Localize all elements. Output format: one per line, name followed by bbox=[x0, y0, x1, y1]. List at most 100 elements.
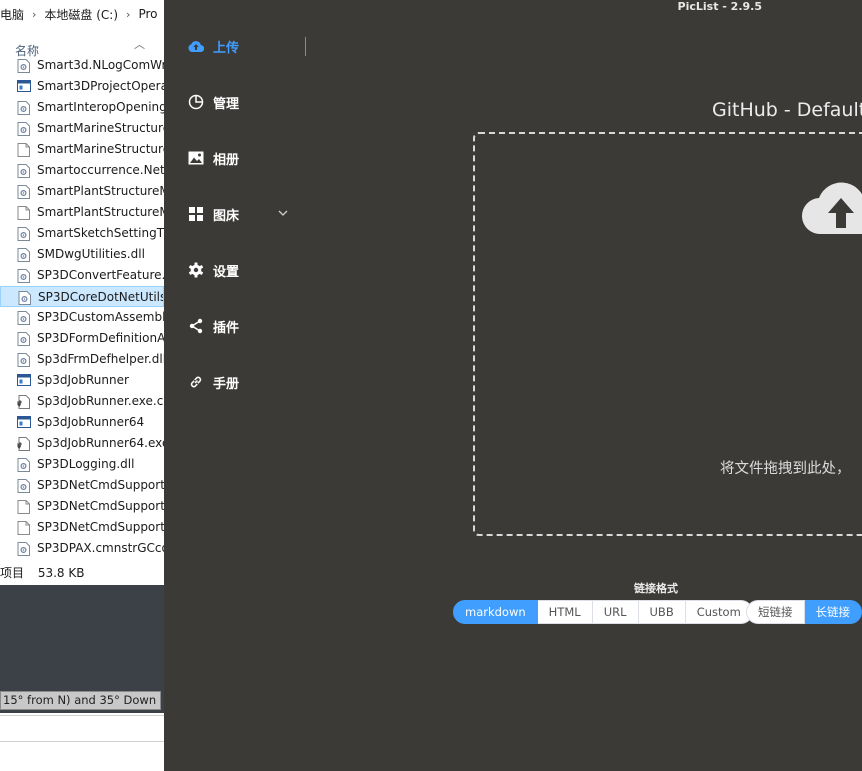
file-name: SmartMarineStructure bbox=[37, 142, 164, 156]
sidebar-item-label: 上传 bbox=[213, 40, 240, 56]
breadcrumb-item[interactable]: Pro bbox=[138, 7, 157, 21]
sidebar: 上传 管理 相册 图床 设置 插件 手册 bbox=[164, 0, 310, 771]
short-link-option[interactable]: 短链接 bbox=[746, 600, 805, 624]
file-name: SP3DLogging.dll bbox=[37, 457, 135, 471]
link-icon bbox=[188, 374, 204, 390]
sidebar-item-picbed[interactable]: 图床 bbox=[188, 204, 298, 224]
file-list: Smart3d.NLogComWr Smart3DProjectOpera Smar… bbox=[0, 55, 164, 559]
share-icon bbox=[188, 318, 204, 334]
sidebar-item-manual[interactable]: 手册 bbox=[188, 372, 239, 392]
file-list-item[interactable]: SP3DCustomAssembly bbox=[0, 307, 164, 328]
file-name: Sp3dFrmDefhelper.dll bbox=[37, 352, 164, 366]
active-indicator bbox=[305, 37, 306, 56]
breadcrumb-separator-icon: › bbox=[126, 7, 131, 21]
exe-file-icon bbox=[17, 80, 31, 94]
upload-dropzone[interactable]: 将文件拖拽到此处， bbox=[473, 132, 862, 536]
file-list-item[interactable]: Sp3dJobRunner bbox=[0, 370, 164, 391]
format-option-html[interactable]: HTML bbox=[537, 600, 593, 624]
file-name: SP3DNetCmdSupport. bbox=[37, 520, 164, 534]
file-list-item[interactable]: SmartInteropOpening bbox=[0, 97, 164, 118]
file-name: Smart3d.NLogComWr bbox=[37, 58, 164, 72]
sidebar-item-label: 设置 bbox=[213, 264, 240, 280]
cloud-upload-icon bbox=[188, 38, 204, 54]
dll-file-icon bbox=[17, 248, 30, 262]
sidebar-item-manage[interactable]: 管理 bbox=[188, 92, 239, 112]
dll-file-icon bbox=[17, 311, 30, 325]
piclist-window: PicList - 2.9.5 上传 管理 相册 图床 设置 插件 手册 Git… bbox=[164, 0, 862, 771]
file-list-item[interactable]: SP3DConvertFeature.d bbox=[0, 265, 164, 286]
file-list-item[interactable]: SmartPlantStructureM bbox=[0, 202, 164, 223]
sidebar-item-plugins[interactable]: 插件 bbox=[188, 316, 239, 336]
file-list-item[interactable]: Sp3dFrmDefhelper.dll bbox=[0, 349, 164, 370]
file-list-item[interactable]: Smart3DProjectOpera bbox=[0, 76, 164, 97]
sidebar-item-gallery[interactable]: 相册 bbox=[188, 148, 239, 168]
exe-file-icon bbox=[17, 374, 31, 388]
file-list-item[interactable]: SP3DNetCmdSupport. bbox=[0, 517, 164, 538]
config-file-icon bbox=[17, 437, 30, 451]
file-list-item[interactable]: SP3DCoreDotNetUtils. bbox=[0, 286, 164, 307]
file-name: SmartInteropOpening bbox=[37, 100, 164, 114]
blank-file-icon bbox=[17, 143, 30, 157]
file-list-item[interactable]: Sp3dJobRunner64.exe bbox=[0, 433, 164, 454]
file-name: SP3DNetCmdSupport. bbox=[37, 478, 164, 492]
link-length-group: 短链接 长链接 bbox=[746, 600, 862, 624]
blank-file-icon bbox=[17, 206, 30, 220]
file-name: Sp3dJobRunner64.exe bbox=[37, 436, 164, 450]
upload-panel: GitHub - Default 将文件拖拽到此处， 链接格式 markdown… bbox=[310, 0, 862, 771]
file-list-item[interactable]: SMDwgUtilities.dll bbox=[0, 244, 164, 265]
format-option-url[interactable]: URL bbox=[592, 600, 639, 624]
sidebar-item-label: 管理 bbox=[213, 96, 240, 112]
dll-file-icon bbox=[17, 269, 30, 283]
file-list-item[interactable]: SP3DFormDefinitionAc bbox=[0, 328, 164, 349]
file-list-item[interactable]: Smart3d.NLogComWr bbox=[0, 55, 164, 76]
format-option-ubb[interactable]: UBB bbox=[638, 600, 686, 624]
status-size: 53.8 KB bbox=[37, 566, 85, 580]
file-list-item[interactable]: Sp3dJobRunner.exe.co bbox=[0, 391, 164, 412]
format-option-markdown[interactable]: markdown bbox=[453, 600, 538, 624]
file-name: Smartoccurrence.Net.d bbox=[37, 163, 164, 177]
dll-file-icon bbox=[17, 122, 30, 136]
file-name: Sp3dJobRunner bbox=[37, 373, 129, 387]
pie-chart-icon bbox=[188, 94, 204, 110]
config-file-icon bbox=[17, 395, 30, 409]
sidebar-item-label: 相册 bbox=[213, 152, 240, 168]
background-input-bar bbox=[0, 715, 164, 742]
file-list-item[interactable]: SmartMarineStructure bbox=[0, 118, 164, 139]
file-list-item[interactable]: Sp3dJobRunner64 bbox=[0, 412, 164, 433]
format-option-custom[interactable]: Custom bbox=[685, 600, 753, 624]
dll-file-icon bbox=[17, 101, 30, 115]
file-list-item[interactable]: Smartoccurrence.Net.d bbox=[0, 160, 164, 181]
dll-file-icon bbox=[17, 332, 30, 346]
link-format-label: 链接格式 bbox=[634, 582, 678, 595]
sidebar-item-label: 图床 bbox=[213, 208, 240, 224]
dll-file-icon bbox=[17, 164, 30, 178]
long-link-option[interactable]: 长链接 bbox=[804, 600, 862, 624]
sidebar-item-settings[interactable]: 设置 bbox=[188, 260, 239, 280]
file-list-item[interactable]: SmartPlantStructureM bbox=[0, 181, 164, 202]
breadcrumb-item[interactable]: 本地磁盘 (C:) bbox=[44, 6, 118, 23]
cloud-upload-icon bbox=[801, 182, 862, 235]
dll-file-icon bbox=[17, 185, 30, 199]
file-name: Sp3dJobRunner64 bbox=[37, 415, 145, 429]
file-name: SP3DCoreDotNetUtils. bbox=[38, 290, 164, 304]
status-items-label: 项目 bbox=[0, 566, 25, 580]
sidebar-item-upload[interactable]: 上传 bbox=[188, 36, 239, 56]
grid-icon bbox=[188, 206, 204, 222]
file-list-item[interactable]: SmartSketchSettingTlb bbox=[0, 223, 164, 244]
file-list-item[interactable]: SP3DNetCmdSupport. bbox=[0, 475, 164, 496]
picture-icon bbox=[188, 150, 204, 166]
sidebar-item-label: 手册 bbox=[213, 376, 240, 392]
file-list-item[interactable]: SP3DPAX.cmnstrGCco bbox=[0, 538, 164, 559]
dll-file-icon bbox=[17, 59, 30, 73]
file-list-item[interactable]: SP3DLogging.dll bbox=[0, 454, 164, 475]
file-name: SP3DFormDefinitionAc bbox=[37, 331, 164, 345]
file-explorer-window: 电脑 › 本地磁盘 (C:) › Pro 名称 ︿ Smart3d.NLogCo… bbox=[0, 0, 164, 771]
file-list-item[interactable]: SP3DNetCmdSupport. bbox=[0, 496, 164, 517]
blank-file-icon bbox=[17, 500, 30, 514]
file-name: SP3DNetCmdSupport. bbox=[37, 499, 164, 513]
breadcrumb-separator-icon: › bbox=[32, 7, 37, 21]
dll-file-icon bbox=[17, 542, 30, 556]
chevron-down-icon bbox=[278, 210, 288, 216]
breadcrumb-item[interactable]: 电脑 bbox=[0, 6, 24, 23]
file-list-item[interactable]: SmartMarineStructure bbox=[0, 139, 164, 160]
